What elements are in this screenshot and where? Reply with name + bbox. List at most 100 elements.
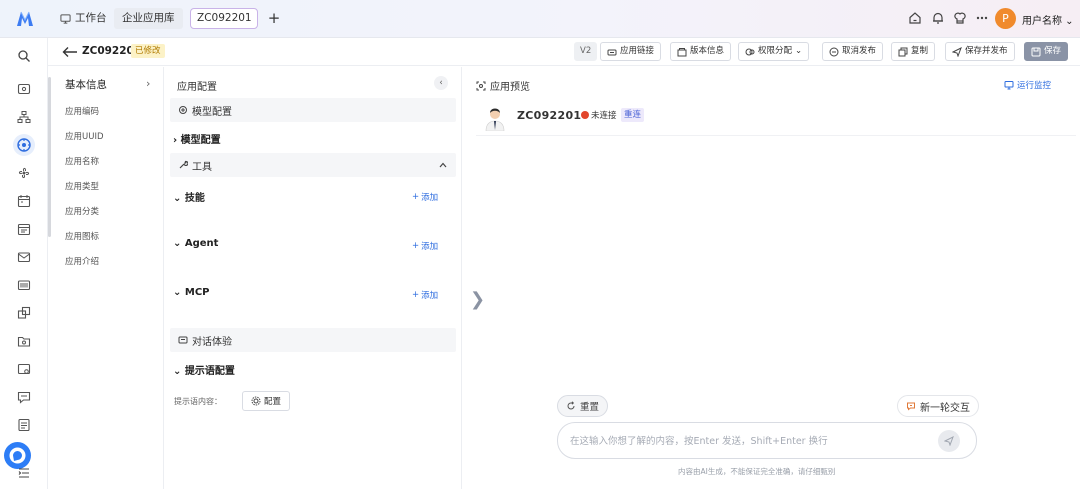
- chat-icon[interactable]: [17, 390, 31, 404]
- model-config-sub-label: 模型配置: [180, 135, 221, 146]
- mail-icon[interactable]: [17, 250, 31, 264]
- search-icon[interactable]: [17, 49, 31, 63]
- app-link-label: 应用链接: [620, 46, 655, 56]
- app-preview-title: 应用预览: [490, 82, 530, 93]
- scrollbar[interactable]: [48, 77, 51, 237]
- org-chart-icon[interactable]: [17, 110, 31, 124]
- expand-panel-icon[interactable]: ❯: [470, 289, 485, 310]
- save-publish-label: 保存并发布: [965, 46, 1008, 56]
- monitor-icon: [60, 14, 71, 24]
- permission-button[interactable]: 权限分配 ⌄: [738, 42, 810, 61]
- add-tab-button[interactable]: +: [264, 8, 284, 29]
- agent-name: ZC092201: [517, 109, 582, 122]
- dialog-experience-section[interactable]: 对话体验: [170, 328, 456, 352]
- prompt-config-group[interactable]: ⌄ 提示语配置: [173, 362, 235, 377]
- field-label[interactable]: 应用UUID: [65, 130, 104, 142]
- reset-button[interactable]: 重置: [557, 395, 609, 417]
- tools-section-label: 工具: [192, 161, 212, 173]
- permission-icon: [745, 48, 755, 55]
- link-icon: [607, 49, 617, 55]
- new-round-label: 新一轮交互: [920, 402, 970, 414]
- app-config-title: 应用配置: [177, 82, 217, 93]
- app-config-panel: 应用配置 ‹ 模型配置 › 模型配置 工具 ⌄ 技能 + 添加 ⌄ Agent +…: [165, 67, 462, 489]
- add-label: 添加: [421, 242, 439, 252]
- copy-button[interactable]: 复制: [891, 42, 936, 61]
- field-label[interactable]: 应用编码: [65, 105, 99, 117]
- image-settings-icon[interactable]: [17, 362, 31, 376]
- assistant-bubble-icon[interactable]: [4, 442, 31, 469]
- tab-workbench[interactable]: 工作台: [56, 8, 111, 29]
- bell-icon[interactable]: [931, 11, 945, 25]
- tab-active-app[interactable]: ZC092201: [190, 8, 258, 29]
- prompt-config-label: 提示语配置: [184, 366, 235, 377]
- tools-section[interactable]: 工具: [170, 153, 456, 177]
- agent-avatar: [483, 103, 507, 131]
- prompt-content-label: 提示语内容：: [174, 397, 222, 406]
- modified-badge: 已修改: [131, 44, 165, 58]
- field-label[interactable]: 应用分类: [65, 205, 99, 217]
- mcp-group[interactable]: ⌄ MCP: [173, 287, 210, 298]
- field-label[interactable]: 应用介绍: [65, 255, 99, 267]
- nav-item-apps-active[interactable]: [13, 134, 35, 156]
- run-monitor-label: 运行监控: [1017, 81, 1052, 91]
- save-button[interactable]: 保存: [1024, 42, 1069, 61]
- unpublish-button[interactable]: 取消发布: [822, 42, 884, 61]
- tab-app-library[interactable]: 企业应用库: [114, 8, 183, 29]
- field-label[interactable]: 应用类型: [65, 180, 99, 192]
- field-label[interactable]: 应用图标: [65, 230, 99, 242]
- document-icon[interactable]: [17, 418, 31, 432]
- back-arrow-icon[interactable]: [62, 46, 78, 58]
- gear-icon: [251, 396, 261, 406]
- model-config-subsection[interactable]: › 模型配置: [173, 131, 221, 146]
- dashboard-icon[interactable]: [17, 82, 31, 96]
- field-label[interactable]: 应用名称: [65, 155, 99, 167]
- app-agent-icon: [17, 138, 31, 152]
- user-name[interactable]: 用户名称 ⌄: [1022, 12, 1074, 27]
- fan-icon[interactable]: [17, 166, 31, 180]
- app-link-button[interactable]: 应用链接: [600, 42, 662, 61]
- copy-icon: [898, 47, 908, 56]
- agent-group[interactable]: ⌄ Agent: [173, 238, 218, 249]
- chevron-up-icon[interactable]: [438, 160, 448, 170]
- model-config-section-label: 模型配置: [192, 106, 232, 118]
- user-avatar[interactable]: P: [995, 8, 1016, 29]
- more-icon[interactable]: [975, 11, 989, 25]
- collapse-menu-icon[interactable]: [17, 466, 31, 480]
- reset-label: 重置: [580, 402, 600, 413]
- reconnect-button[interactable]: 重连: [621, 108, 645, 122]
- version-info-button[interactable]: 版本信息: [670, 42, 732, 61]
- calendar-list-icon[interactable]: [17, 222, 31, 236]
- calendar-icon[interactable]: [17, 194, 31, 208]
- new-round-button[interactable]: 新一轮交互: [897, 395, 979, 417]
- add-skill-button[interactable]: + 添加: [412, 191, 438, 203]
- plus-icon: +: [412, 192, 420, 202]
- basic-info-title[interactable]: 基本信息: [65, 77, 107, 92]
- run-monitor-link[interactable]: 运行监控: [1004, 79, 1051, 91]
- send-button[interactable]: [938, 430, 960, 452]
- chevron-down-icon: ⌄: [795, 46, 803, 56]
- app-logo-icon[interactable]: [15, 9, 35, 29]
- skills-group[interactable]: ⌄ 技能: [173, 189, 205, 204]
- configure-label: 配置: [264, 397, 282, 407]
- model-config-section[interactable]: 模型配置: [170, 98, 456, 122]
- agent-label: Agent: [184, 238, 219, 249]
- layers-icon[interactable]: [17, 306, 31, 320]
- send-icon: [944, 436, 954, 446]
- status-text: 未连接: [591, 111, 617, 121]
- chef-hat-icon[interactable]: [953, 11, 967, 25]
- chevron-right-icon[interactable]: ›: [146, 77, 150, 90]
- add-mcp-button[interactable]: + 添加: [412, 289, 438, 301]
- home-icon[interactable]: [908, 11, 922, 25]
- tab-workbench-label: 工作台: [75, 12, 107, 24]
- barcode-icon[interactable]: [17, 278, 31, 292]
- copy-label: 复制: [911, 46, 929, 56]
- dialog-experience-label: 对话体验: [192, 336, 232, 348]
- folder-icon[interactable]: [17, 334, 31, 348]
- collapse-left-icon[interactable]: ‹: [434, 76, 448, 90]
- refresh-icon: [567, 401, 575, 410]
- configure-button[interactable]: 配置: [242, 391, 291, 411]
- add-agent-button[interactable]: + 添加: [412, 240, 438, 252]
- chat-input[interactable]: [570, 431, 930, 451]
- add-label: 添加: [421, 291, 439, 301]
- save-publish-button[interactable]: 保存并发布: [945, 42, 1015, 61]
